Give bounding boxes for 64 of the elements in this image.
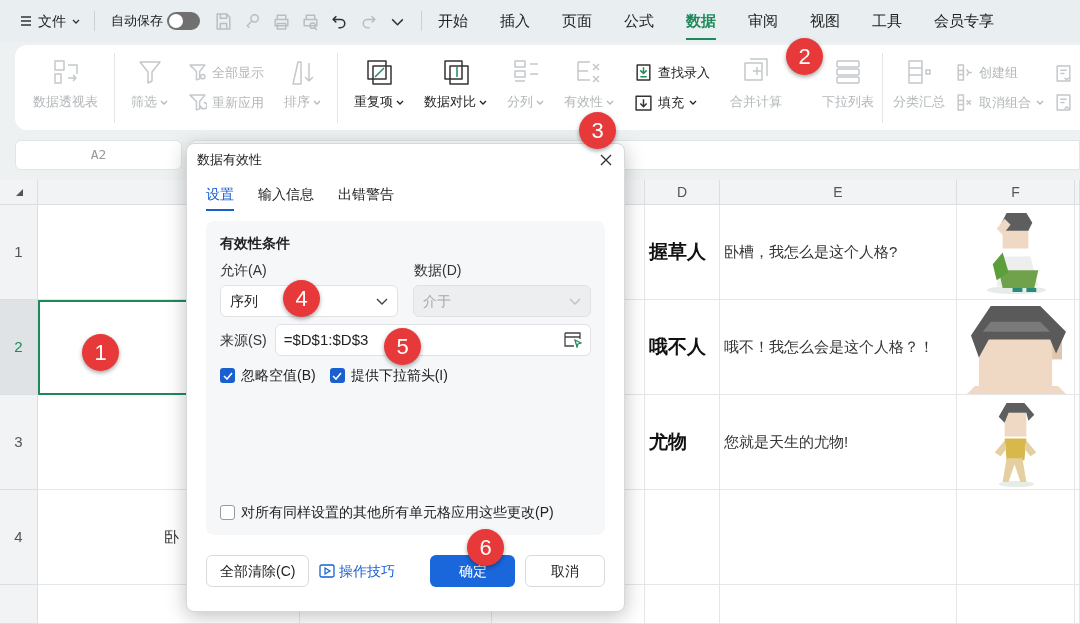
checkbox[interactable] — [220, 368, 235, 383]
ribbon-icon — [634, 63, 653, 83]
play-icon — [319, 564, 336, 578]
ok-button[interactable]: 确定 — [430, 555, 515, 587]
cell-text: 哦不人 — [648, 334, 706, 359]
autosave-toggle[interactable] — [167, 12, 200, 30]
check-icon — [332, 371, 343, 380]
ribbon-tab[interactable]: 审阅 — [742, 0, 784, 42]
cell-text: 卧 — [164, 526, 179, 547]
row-header[interactable]: 4 — [0, 490, 38, 585]
field-label: 来源(S) — [220, 330, 267, 350]
field-label: 允许(A) — [220, 261, 268, 280]
cell-text: 握草人 — [647, 239, 706, 264]
select-all-icon[interactable] — [14, 188, 23, 196]
cell-text: 您就是天生的尤物! — [723, 431, 849, 452]
header-corner[interactable] — [0, 180, 38, 205]
file-menu[interactable]: 文件 — [20, 10, 80, 32]
checkbox-label: 提供下拉箭头(I) — [350, 366, 448, 385]
ribbon-icon — [364, 57, 394, 88]
ribbon-icon — [188, 63, 207, 83]
ribbon-tab[interactable]: 公式 — [618, 0, 660, 42]
ribbon-tab[interactable]: 会员专享 — [928, 0, 1000, 42]
column-header[interactable]: F — [957, 180, 1075, 205]
checkbox[interactable] — [329, 368, 345, 383]
tips-link[interactable]: 操作技巧 — [319, 560, 396, 582]
row-header[interactable]: 2 — [0, 300, 38, 395]
ribbon-icon — [634, 92, 653, 112]
chevron-down-icon — [569, 297, 581, 305]
autosave-label: 自动保存 — [111, 12, 163, 31]
column-header[interactable]: E — [720, 180, 957, 205]
ribbon-button[interactable]: 重复项 — [354, 57, 404, 112]
ribbon-tab[interactable]: 工具 — [866, 0, 908, 42]
dialog-tab[interactable]: 出错警告 — [338, 184, 394, 211]
ribbon-tab[interactable]: 插入 — [494, 0, 536, 42]
ribbon-icon — [955, 63, 974, 83]
check-icon — [222, 371, 233, 380]
cell-text: 尤物 — [648, 429, 687, 454]
caret-icon — [72, 18, 80, 24]
checkbox[interactable] — [220, 505, 235, 520]
clear-all-button[interactable]: 全部清除(C) — [206, 555, 310, 587]
checkbox-label: 对所有同样设置的其他所有单元格应用这些更改(P) — [241, 503, 554, 522]
cell-text: 哦不！我怎么会是这个人格？！ — [723, 336, 934, 357]
checkbox-label: 忽略空值(B) — [241, 366, 316, 385]
ribbon-button[interactable]: 数据对比 — [424, 57, 487, 112]
dialog-tab[interactable]: 设置 — [206, 184, 234, 211]
row-header[interactable]: 3 — [0, 395, 38, 490]
ribbon-icon — [188, 92, 207, 112]
dialog-title: 数据有效性 — [197, 151, 262, 170]
column-header[interactable]: D — [645, 180, 720, 205]
row-header[interactable]: 1 — [0, 205, 38, 300]
ribbon-button[interactable]: 查找录入 — [634, 63, 710, 83]
cancel-button[interactable]: 取消 — [525, 555, 605, 587]
menu-icon — [20, 15, 32, 27]
ribbon-icon — [955, 92, 974, 112]
ribbon-tab[interactable]: 页面 — [556, 0, 598, 42]
dialog-tab[interactable]: 输入信息 — [258, 184, 314, 211]
field-label: 数据(D) — [414, 261, 462, 280]
section-title: 有效性条件 — [220, 234, 291, 253]
ribbon-button[interactable]: 填充 — [634, 92, 710, 112]
cell-text: 卧槽，我怎么是这个人格? — [723, 241, 898, 262]
range-select-icon[interactable] — [564, 332, 582, 348]
close-icon[interactable] — [600, 154, 612, 166]
ribbon-tab[interactable]: 开始 — [432, 0, 474, 42]
ribbon-tab[interactable]: 数据 — [680, 0, 722, 42]
